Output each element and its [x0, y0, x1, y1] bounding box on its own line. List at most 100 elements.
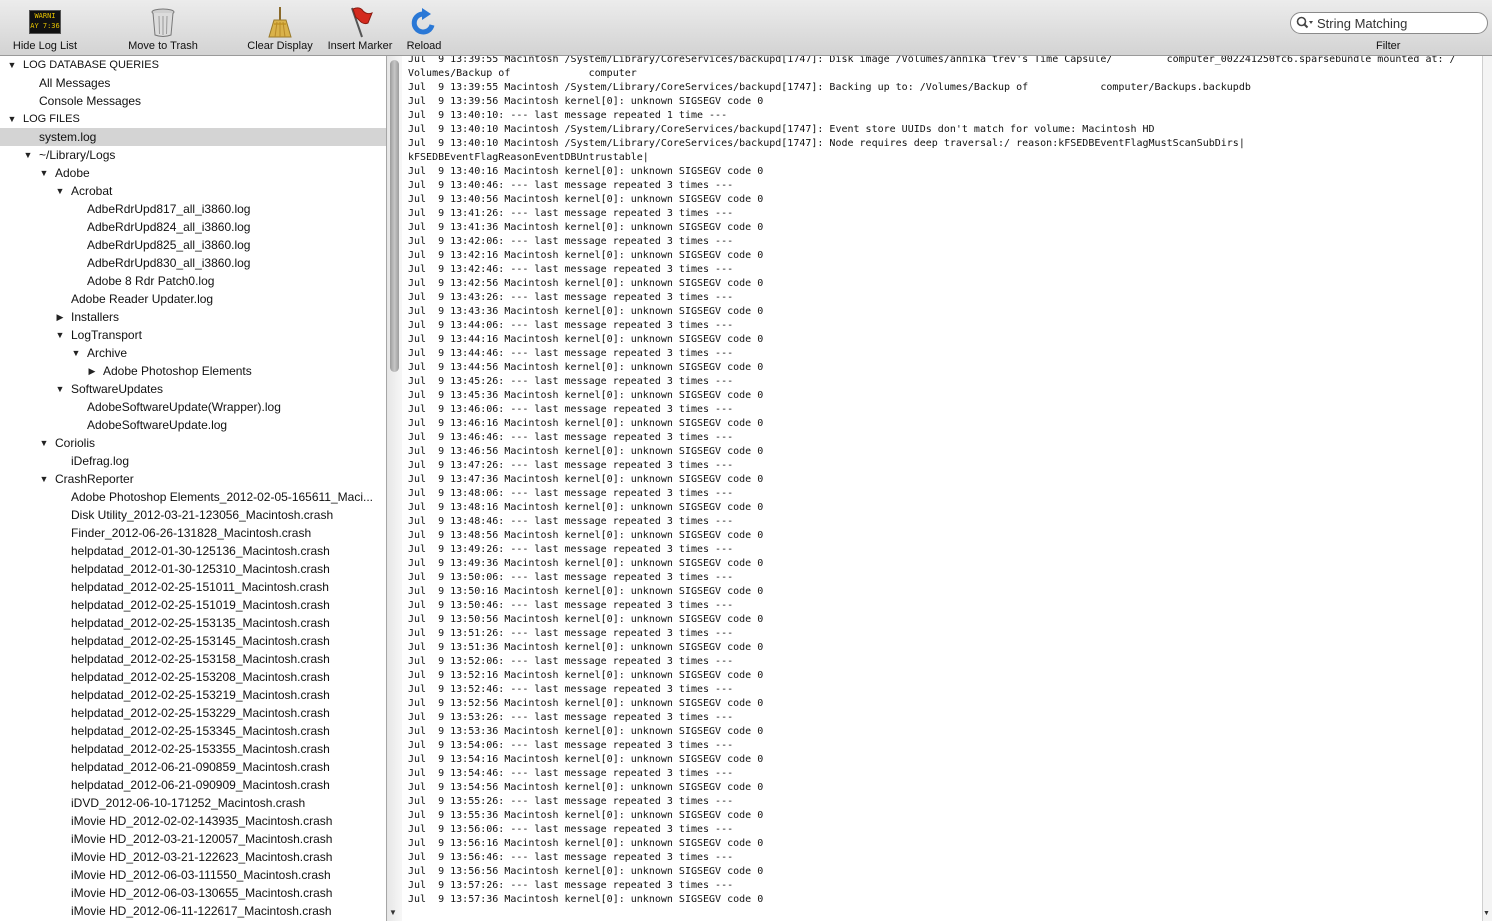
sidebar-item-label: AdbeRdrUpd825_all_i3860.log	[87, 238, 251, 252]
sidebar-item[interactable]: AdbeRdrUpd825_all_i3860.log	[0, 236, 386, 254]
sidebar-item-label: LOG FILES	[23, 113, 80, 125]
sidebar-section-header[interactable]: ▼ LOG FILES	[0, 110, 386, 128]
log-line: Jul 9 13:45:26: --- last message repeate…	[408, 376, 734, 387]
sidebar-item[interactable]: ▼ Archive	[0, 344, 386, 362]
log-scrollbar[interactable]: ▼	[1482, 56, 1492, 921]
sidebar-item[interactable]: ▼ ~/Library/Logs	[0, 146, 386, 164]
sidebar-item[interactable]: AdobeSoftwareUpdate.log	[0, 416, 386, 434]
sidebar-section-header[interactable]: ▼ LOG DATABASE QUERIES	[0, 56, 386, 74]
log-line: Jul 9 13:49:36 Macintosh kernel[0]: unkn…	[408, 558, 764, 569]
log-line: Jul 9 13:56:16 Macintosh kernel[0]: unkn…	[408, 838, 764, 849]
reload-icon	[411, 8, 435, 35]
sidebar-item[interactable]: iMovie HD_2012-03-21-122623_Macintosh.cr…	[0, 848, 386, 866]
log-line: Jul 9 13:48:46: --- last message repeate…	[408, 516, 734, 527]
disclosure-open-icon[interactable]: ▼	[54, 380, 66, 398]
sidebar-item[interactable]: ▶ Installers	[0, 308, 386, 326]
sidebar-item[interactable]: helpdatad_2012-06-21-090909_Macintosh.cr…	[0, 776, 386, 794]
disclosure-closed-icon[interactable]: ▶	[54, 308, 66, 326]
clear-display-button[interactable]: Clear Display	[242, 6, 318, 52]
sidebar-item[interactable]: helpdatad_2012-01-30-125136_Macintosh.cr…	[0, 542, 386, 560]
insert-marker-button[interactable]: Insert Marker	[322, 6, 398, 52]
sidebar-item[interactable]: iMovie HD_2012-06-03-130655_Macintosh.cr…	[0, 884, 386, 902]
clear-display-label: Clear Display	[247, 40, 313, 52]
sidebar-item[interactable]: helpdatad_2012-02-25-153355_Macintosh.cr…	[0, 740, 386, 758]
toolbar: WARNI AY 7:36 Hide Log List Move to Tras…	[0, 0, 1492, 56]
sidebar-item[interactable]: ▶ Adobe Photoshop Elements	[0, 362, 386, 380]
log-line: Jul 9 13:46:06: --- last message repeate…	[408, 404, 734, 415]
sidebar-item[interactable]: iMovie HD_2012-06-03-111550_Macintosh.cr…	[0, 866, 386, 884]
search-field[interactable]	[1290, 12, 1488, 34]
sidebar-item-label: LOG DATABASE QUERIES	[23, 59, 159, 71]
sidebar-item[interactable]: AdbeRdrUpd824_all_i3860.log	[0, 218, 386, 236]
disclosure-open-icon[interactable]: ▼	[38, 164, 50, 182]
sidebar-item[interactable]: helpdatad_2012-02-25-153158_Macintosh.cr…	[0, 650, 386, 668]
sidebar-item-label: helpdatad_2012-02-25-153208_Macintosh.cr…	[71, 670, 330, 684]
sidebar-item[interactable]: Console Messages	[0, 92, 386, 110]
sidebar-item[interactable]: ▼ Acrobat	[0, 182, 386, 200]
disclosure-open-icon[interactable]: ▼	[54, 182, 66, 200]
sidebar-item[interactable]: AdbeRdrUpd830_all_i3860.log	[0, 254, 386, 272]
log-line: Jul 9 13:52:16 Macintosh kernel[0]: unkn…	[408, 670, 764, 681]
sidebar-item[interactable]: system.log	[0, 128, 386, 146]
log-line: Jul 9 13:54:56 Macintosh kernel[0]: unkn…	[408, 782, 764, 793]
insert-marker-label: Insert Marker	[327, 40, 393, 52]
sidebar-scrollbar[interactable]: ▼	[386, 56, 402, 921]
disclosure-open-icon[interactable]: ▼	[54, 326, 66, 344]
log-line: Jul 9 13:55:36 Macintosh kernel[0]: unkn…	[408, 810, 764, 821]
sidebar-item[interactable]: ▼ CrashReporter	[0, 470, 386, 488]
log-scroll-down-arrow-icon[interactable]: ▼	[1483, 910, 1490, 917]
search-icon[interactable]	[1296, 16, 1314, 30]
log-line: Jul 9 13:52:56 Macintosh kernel[0]: unkn…	[408, 698, 764, 709]
sidebar-item[interactable]: ▼ SoftwareUpdates	[0, 380, 386, 398]
sidebar-item[interactable]: helpdatad_2012-02-25-151019_Macintosh.cr…	[0, 596, 386, 614]
sidebar-item[interactable]: Adobe 8 Rdr Patch0.log	[0, 272, 386, 290]
search-input[interactable]	[1317, 14, 1477, 32]
log-view[interactable]: Jul 9 13:39:55 Macintosh /System/Library…	[402, 56, 1482, 921]
sidebar-item-label: LogTransport	[71, 328, 142, 342]
sidebar-item[interactable]: ▼ Adobe	[0, 164, 386, 182]
sidebar-item[interactable]: ▼ LogTransport	[0, 326, 386, 344]
sidebar-item[interactable]: iMovie HD_2012-03-21-120057_Macintosh.cr…	[0, 830, 386, 848]
sidebar-item[interactable]: helpdatad_2012-01-30-125310_Macintosh.cr…	[0, 560, 386, 578]
sidebar-item[interactable]: Disk Utility_2012-03-21-123056_Macintosh…	[0, 506, 386, 524]
sidebar-item[interactable]: helpdatad_2012-02-25-153208_Macintosh.cr…	[0, 668, 386, 686]
sidebar-item-label: Installers	[71, 310, 120, 324]
sidebar-scroll-thumb[interactable]	[390, 60, 399, 372]
sidebar-item[interactable]: AdobeSoftwareUpdate(Wrapper).log	[0, 398, 386, 416]
warning-console-icon: WARNI AY 7:36	[29, 10, 61, 34]
disclosure-open-icon[interactable]: ▼	[38, 434, 50, 452]
sidebar-item-label: helpdatad_2012-06-21-090909_Macintosh.cr…	[71, 778, 330, 792]
disclosure-open-icon[interactable]: ▼	[6, 56, 18, 74]
sidebar-item[interactable]: iMovie HD_2012-06-11-122617_Macintosh.cr…	[0, 902, 386, 920]
hide-log-list-label: Hide Log List	[12, 40, 78, 52]
sidebar-item[interactable]: helpdatad_2012-06-21-090859_Macintosh.cr…	[0, 758, 386, 776]
sidebar-item[interactable]: iDefrag.log	[0, 452, 386, 470]
sidebar-item[interactable]: iMovie HD_2012-02-02-143935_Macintosh.cr…	[0, 812, 386, 830]
sidebar-item[interactable]: helpdatad_2012-02-25-153145_Macintosh.cr…	[0, 632, 386, 650]
sidebar-item-label: helpdatad_2012-02-25-153158_Macintosh.cr…	[71, 652, 330, 666]
sidebar-item[interactable]: AdbeRdrUpd817_all_i3860.log	[0, 200, 386, 218]
sidebar-item[interactable]: iDVD_2012-06-10-171252_Macintosh.crash	[0, 794, 386, 812]
move-to-trash-button[interactable]: Move to Trash	[122, 6, 204, 52]
sidebar-item[interactable]: helpdatad_2012-02-25-153135_Macintosh.cr…	[0, 614, 386, 632]
sidebar-item[interactable]: Adobe Photoshop Elements_2012-02-05-1656…	[0, 488, 386, 506]
sidebar-item[interactable]: Finder_2012-06-26-131828_Macintosh.crash	[0, 524, 386, 542]
disclosure-open-icon[interactable]: ▼	[70, 344, 82, 362]
sidebar-item[interactable]: helpdatad_2012-02-25-153219_Macintosh.cr…	[0, 686, 386, 704]
sidebar-item[interactable]: helpdatad_2012-02-25-151011_Macintosh.cr…	[0, 578, 386, 596]
disclosure-open-icon[interactable]: ▼	[6, 110, 18, 128]
sidebar-item-label: helpdatad_2012-02-25-151019_Macintosh.cr…	[71, 598, 330, 612]
sidebar-item[interactable]: helpdatad_2012-02-25-153229_Macintosh.cr…	[0, 704, 386, 722]
sidebar-item[interactable]: helpdatad_2012-02-25-153345_Macintosh.cr…	[0, 722, 386, 740]
log-line: Jul 9 13:41:36 Macintosh kernel[0]: unkn…	[408, 222, 764, 233]
sidebar-item[interactable]: ▼ Coriolis	[0, 434, 386, 452]
disclosure-open-icon[interactable]: ▼	[38, 470, 50, 488]
sidebar-item[interactable]: All Messages	[0, 74, 386, 92]
disclosure-open-icon[interactable]: ▼	[22, 146, 34, 164]
sidebar-item[interactable]: Adobe Reader Updater.log	[0, 290, 386, 308]
reload-button[interactable]: Reload	[400, 6, 448, 52]
disclosure-closed-icon[interactable]: ▶	[86, 362, 98, 380]
scroll-down-arrow-icon[interactable]: ▼	[389, 908, 397, 917]
hide-log-list-button[interactable]: WARNI AY 7:36 Hide Log List	[6, 6, 84, 52]
log-line: Jul 9 13:53:26: --- last message repeate…	[408, 712, 734, 723]
